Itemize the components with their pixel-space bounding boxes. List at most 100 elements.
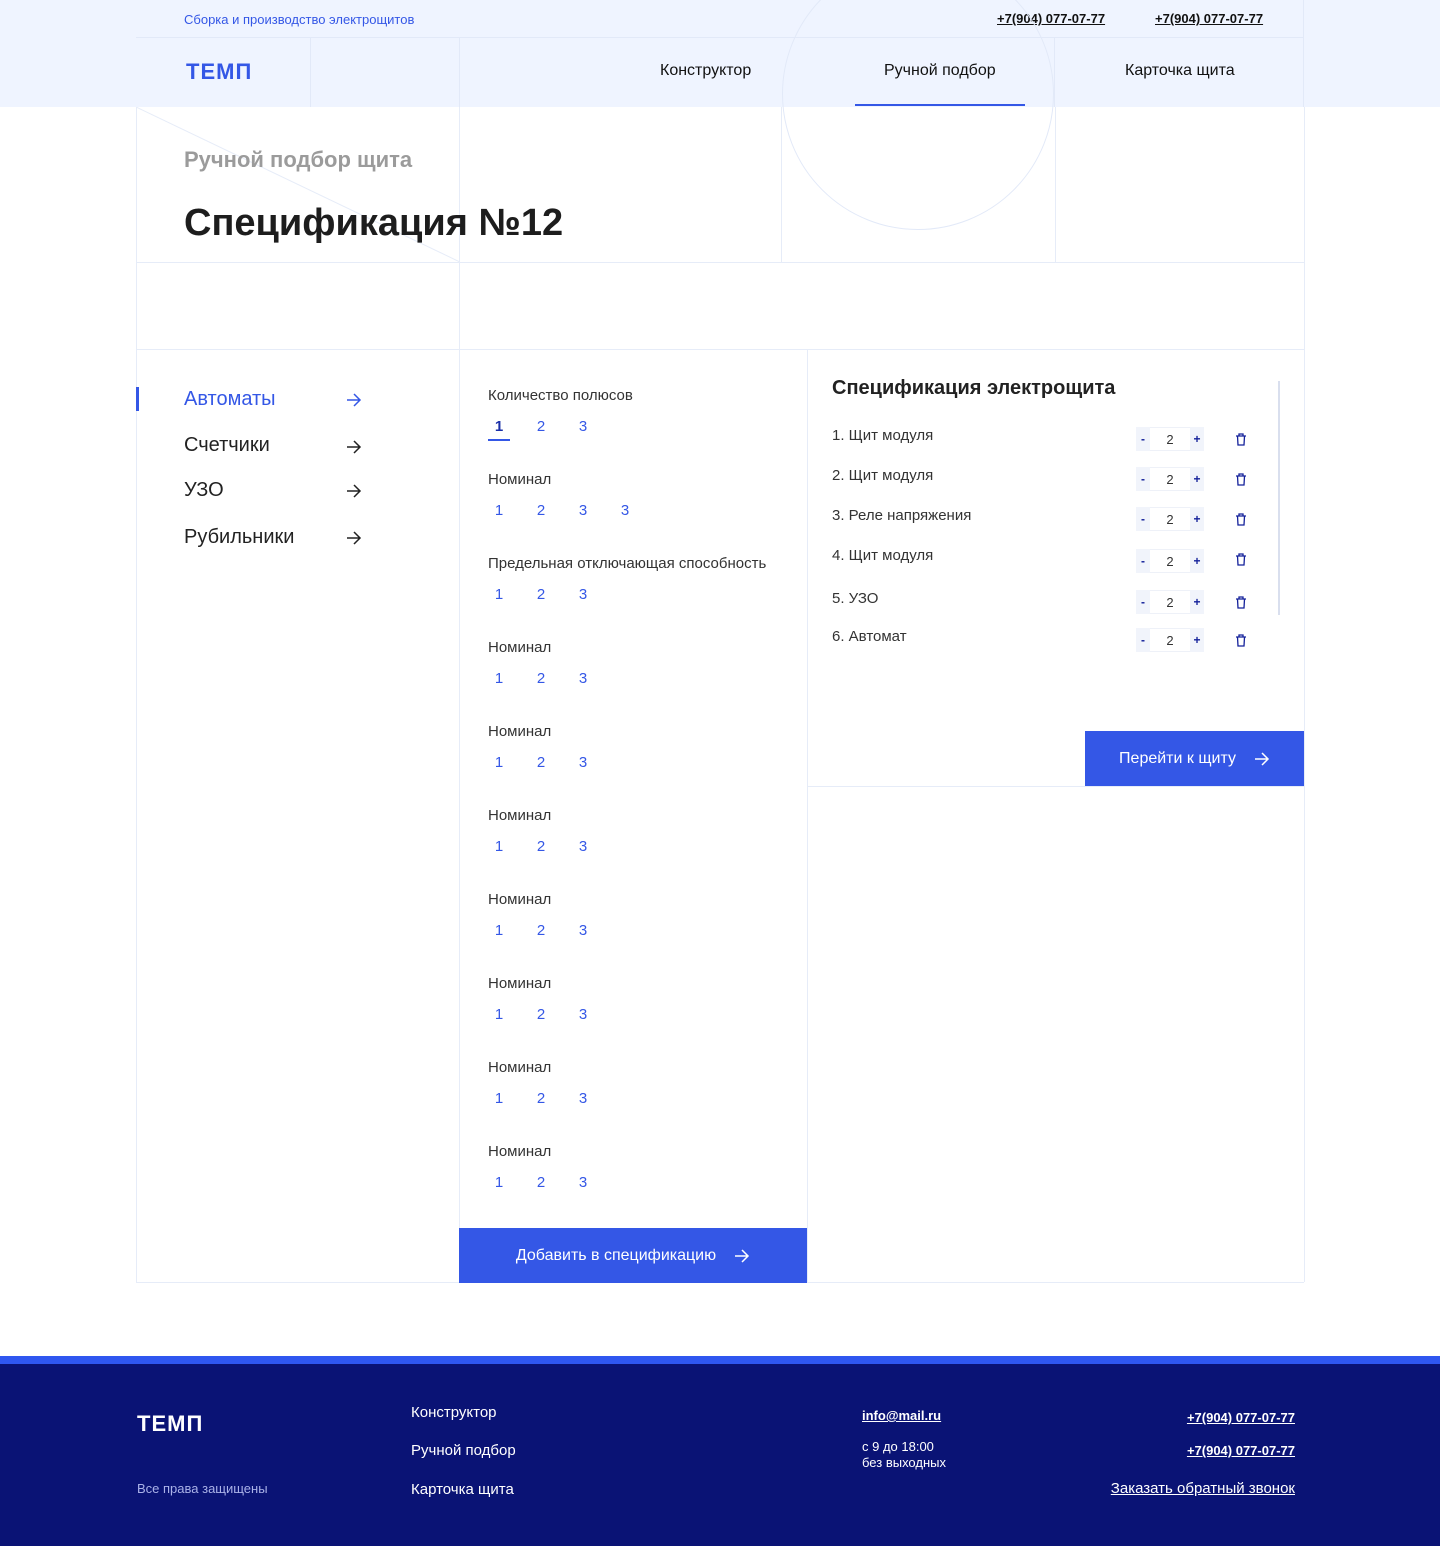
- arrow-right-icon[interactable]: [346, 484, 362, 498]
- footer-logo[interactable]: ТЕМП: [137, 1411, 203, 1437]
- filter-option[interactable]: 3: [571, 1006, 595, 1023]
- quantity-value[interactable]: 2: [1150, 507, 1190, 531]
- filter-option[interactable]: 1: [487, 418, 511, 435]
- header-divider: [136, 37, 1304, 38]
- footer-link-manual-selection[interactable]: Ручной подбор: [411, 1442, 516, 1459]
- arrow-right-icon[interactable]: [346, 393, 362, 407]
- filter-option[interactable]: 3: [613, 502, 637, 519]
- filter-option[interactable]: 3: [571, 754, 595, 771]
- category-automats[interactable]: Автоматы: [184, 388, 364, 411]
- decrement-button[interactable]: -: [1136, 633, 1150, 647]
- quantity-stepper[interactable]: - 2 +: [1136, 549, 1204, 573]
- filter-option[interactable]: 3: [571, 586, 595, 603]
- grid-line: [807, 349, 808, 1282]
- decrement-button[interactable]: -: [1136, 472, 1150, 486]
- filter-option[interactable]: 3: [571, 670, 595, 687]
- logo[interactable]: ТЕМП: [186, 59, 252, 85]
- filter-label: Номинал: [488, 1059, 552, 1076]
- trash-icon[interactable]: [1235, 473, 1247, 486]
- footer-email[interactable]: info@mail.ru: [862, 1408, 941, 1423]
- category-label: УЗО: [184, 479, 224, 501]
- footer-rights: Все права защищены: [137, 1481, 268, 1496]
- filter-option[interactable]: 1: [487, 1174, 511, 1191]
- quantity-stepper[interactable]: - 2 +: [1136, 467, 1204, 491]
- filter-option[interactable]: 2: [529, 418, 553, 435]
- filter-option[interactable]: 2: [529, 586, 553, 603]
- grid-line: [781, 107, 782, 262]
- filter-option[interactable]: 1: [487, 838, 511, 855]
- filter-label: Номинал: [488, 723, 552, 740]
- filter-option[interactable]: 2: [529, 1006, 553, 1023]
- filter-option[interactable]: 3: [571, 922, 595, 939]
- callback-link[interactable]: Заказать обратный звонок: [1111, 1480, 1295, 1497]
- filter-option[interactable]: 3: [571, 502, 595, 519]
- quantity-stepper[interactable]: - 2 +: [1136, 628, 1204, 652]
- trash-icon[interactable]: [1235, 634, 1247, 647]
- spec-scrollbar[interactable]: [1278, 381, 1280, 615]
- spec-item-label: 3. Реле напряжения: [832, 507, 972, 524]
- add-to-spec-button[interactable]: Добавить в спецификацию: [459, 1228, 807, 1283]
- quantity-value[interactable]: 2: [1150, 549, 1190, 573]
- footer-hours-line: без выходных: [862, 1455, 946, 1470]
- quantity-value[interactable]: 2: [1150, 467, 1190, 491]
- filter-option[interactable]: 3: [571, 1174, 595, 1191]
- footer: ТЕМП Все права защищены Конструктор Ручн…: [0, 1364, 1440, 1546]
- footer-hours: с 9 до 18:00 без выходных: [862, 1439, 946, 1471]
- filter-option[interactable]: 2: [529, 670, 553, 687]
- quantity-value[interactable]: 2: [1150, 628, 1190, 652]
- filter-option[interactable]: 3: [571, 838, 595, 855]
- grid-line: [459, 107, 460, 1228]
- arrow-right-icon[interactable]: [346, 531, 362, 545]
- quantity-value[interactable]: 2: [1150, 427, 1190, 451]
- filter-option[interactable]: 1: [487, 1090, 511, 1107]
- filter-label: Номинал: [488, 807, 552, 824]
- footer-phone-1[interactable]: +7(904) 077-07-77: [1187, 1410, 1295, 1425]
- filter-option[interactable]: 2: [529, 838, 553, 855]
- filter-option[interactable]: 1: [487, 922, 511, 939]
- header-phone-2[interactable]: +7(904) 077-07-77: [1155, 11, 1263, 26]
- go-to-panel-button[interactable]: Перейти к щиту: [1085, 731, 1304, 786]
- footer-link-constructor[interactable]: Конструктор: [411, 1404, 497, 1421]
- decrement-button[interactable]: -: [1136, 595, 1150, 609]
- nav-constructor[interactable]: Конструктор: [660, 62, 751, 80]
- trash-icon[interactable]: [1235, 513, 1247, 526]
- footer-phone-2[interactable]: +7(904) 077-07-77: [1187, 1443, 1295, 1458]
- filter-option[interactable]: 2: [529, 754, 553, 771]
- filter-option[interactable]: 2: [529, 1174, 553, 1191]
- increment-button[interactable]: +: [1190, 595, 1204, 609]
- quantity-stepper[interactable]: - 2 +: [1136, 590, 1204, 614]
- footer-link-panel-card[interactable]: Карточка щита: [411, 1481, 514, 1498]
- nav-panel-card[interactable]: Карточка щита: [1125, 62, 1235, 80]
- decrement-button[interactable]: -: [1136, 432, 1150, 446]
- category-meters[interactable]: Счетчики: [184, 434, 364, 457]
- trash-icon[interactable]: [1235, 553, 1247, 566]
- filter-option[interactable]: 2: [529, 1090, 553, 1107]
- filter-option[interactable]: 1: [487, 670, 511, 687]
- filter-option[interactable]: 1: [487, 754, 511, 771]
- filter-option[interactable]: 3: [571, 1090, 595, 1107]
- grid-line: [1055, 107, 1056, 262]
- decrement-button[interactable]: -: [1136, 554, 1150, 568]
- increment-button[interactable]: +: [1190, 472, 1204, 486]
- filter-option[interactable]: 1: [487, 1006, 511, 1023]
- quantity-value[interactable]: 2: [1150, 590, 1190, 614]
- decrement-button[interactable]: -: [1136, 512, 1150, 526]
- increment-button[interactable]: +: [1190, 554, 1204, 568]
- filter-option[interactable]: 2: [529, 502, 553, 519]
- category-switches[interactable]: Рубильники: [184, 526, 364, 549]
- increment-button[interactable]: +: [1190, 432, 1204, 446]
- header-inner: Сборка и производство электрощитов +7(90…: [136, 0, 1304, 107]
- category-rcd[interactable]: УЗО: [184, 479, 364, 502]
- spec-item-label: 6. Автомат: [832, 628, 907, 645]
- increment-button[interactable]: +: [1190, 512, 1204, 526]
- filter-option[interactable]: 1: [487, 586, 511, 603]
- quantity-stepper[interactable]: - 2 +: [1136, 427, 1204, 451]
- trash-icon[interactable]: [1235, 596, 1247, 609]
- quantity-stepper[interactable]: - 2 +: [1136, 507, 1204, 531]
- arrow-right-icon[interactable]: [346, 440, 362, 454]
- increment-button[interactable]: +: [1190, 633, 1204, 647]
- filter-option[interactable]: 2: [529, 922, 553, 939]
- filter-option[interactable]: 3: [571, 418, 595, 435]
- trash-icon[interactable]: [1235, 433, 1247, 446]
- filter-option[interactable]: 1: [487, 502, 511, 519]
